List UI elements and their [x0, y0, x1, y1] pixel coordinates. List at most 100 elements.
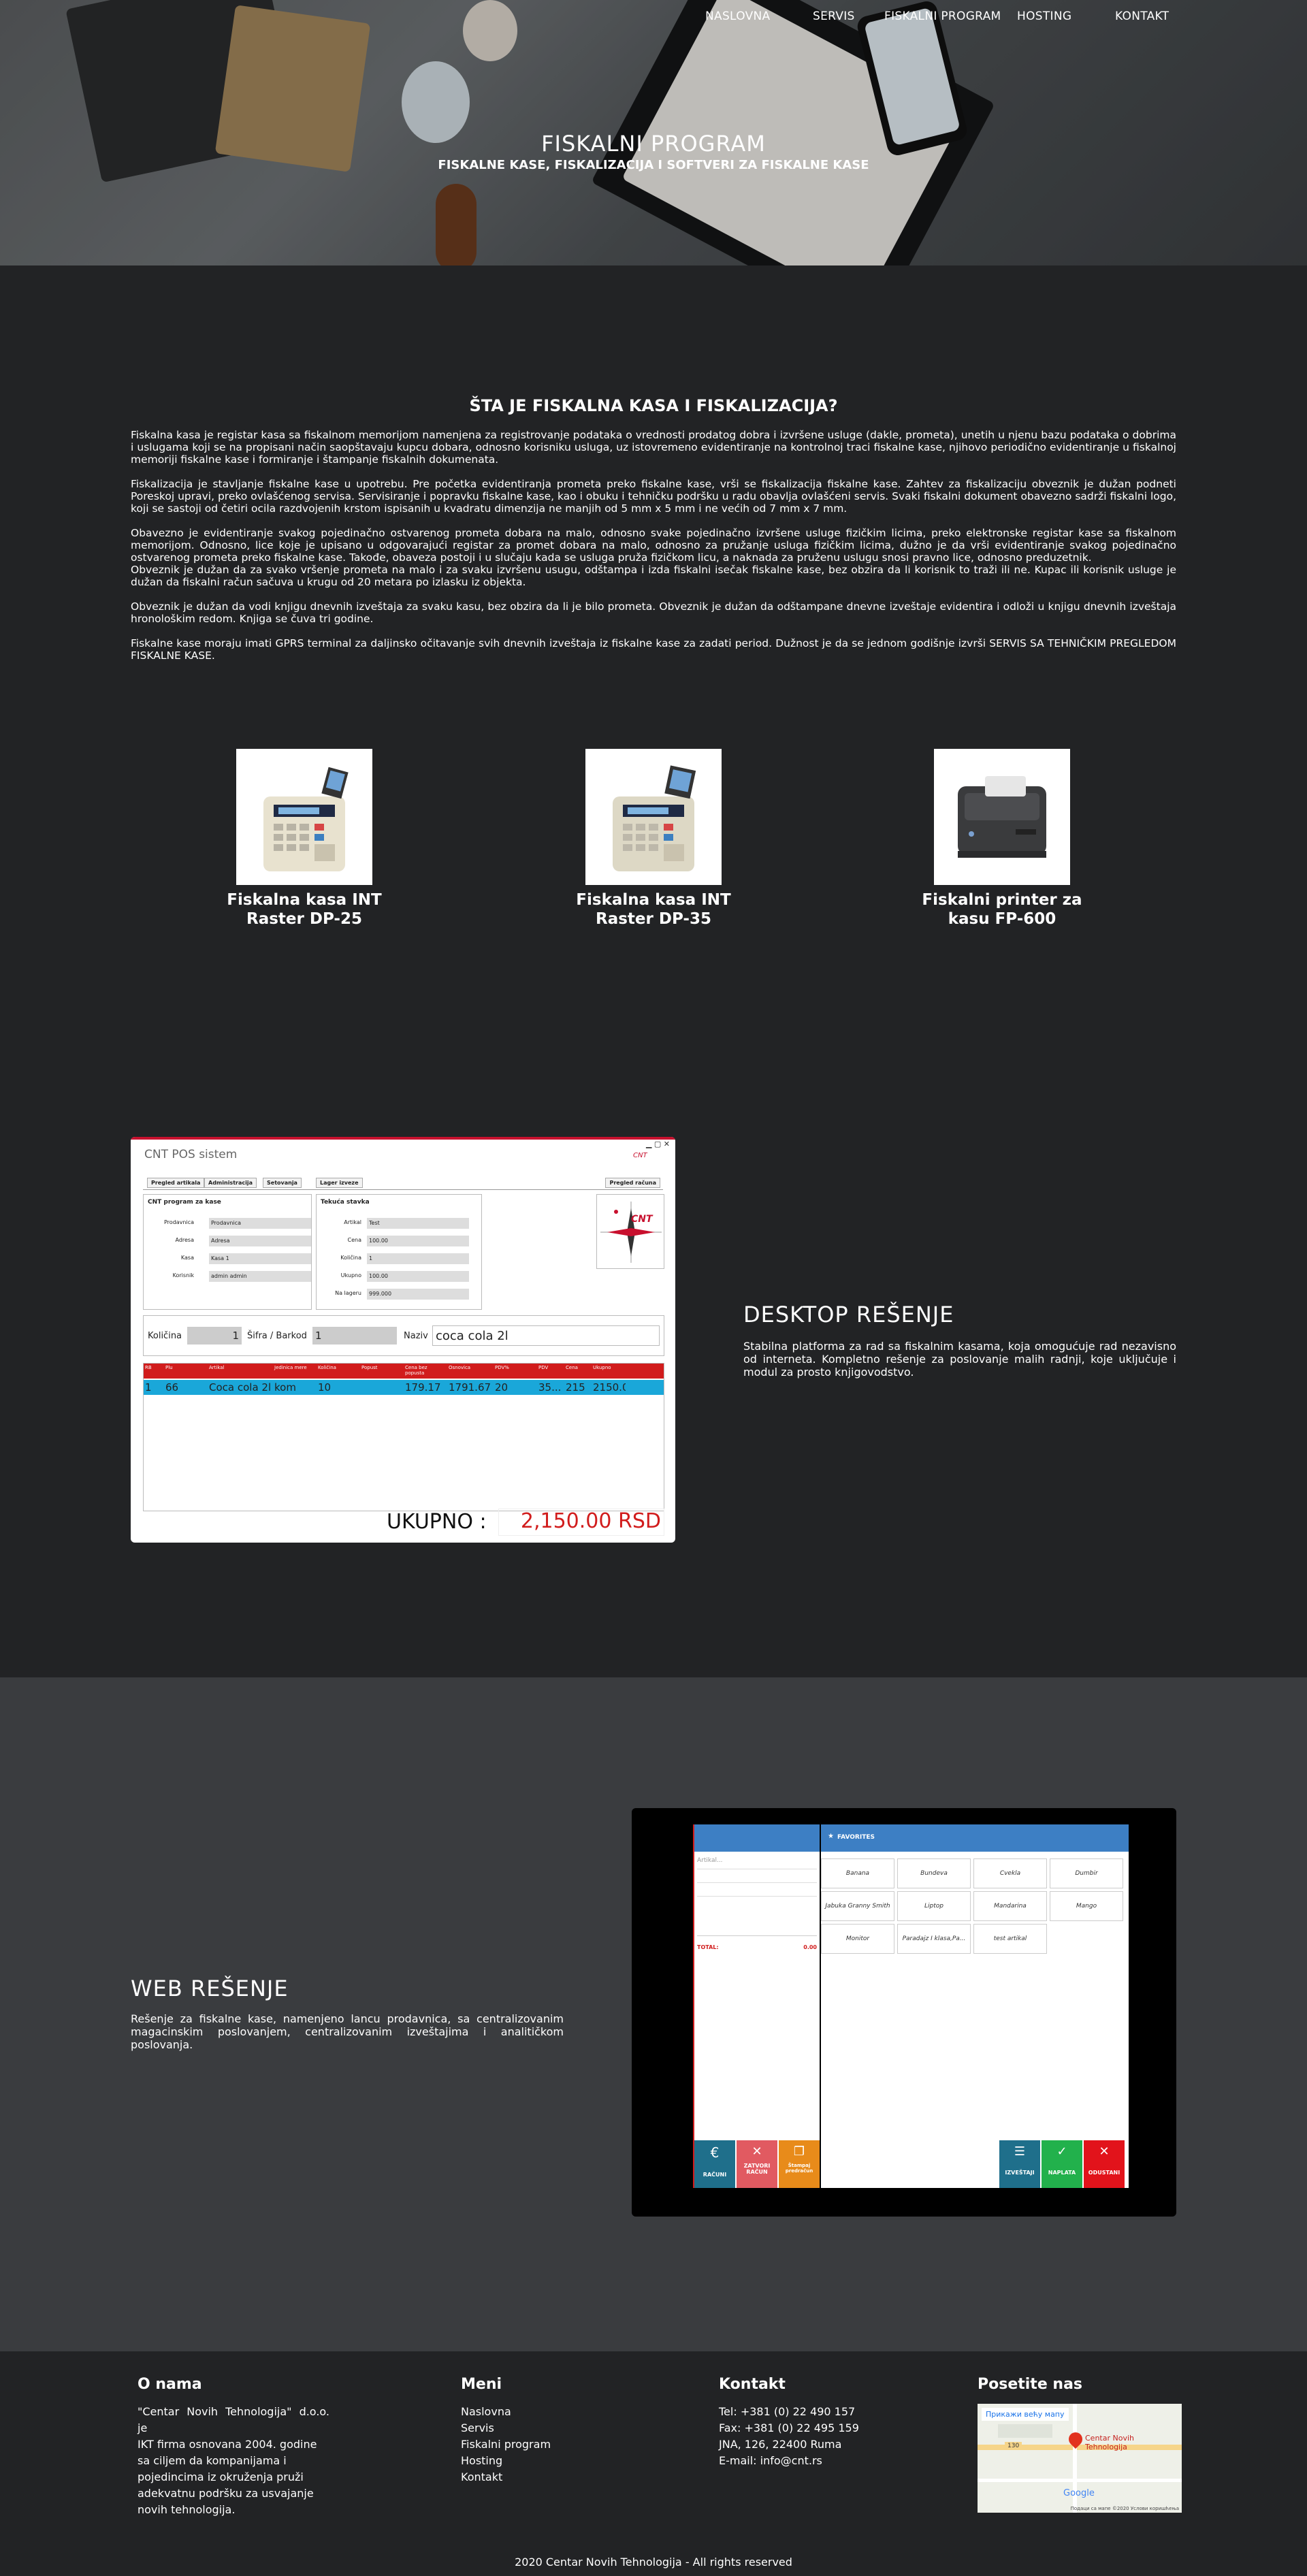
tablet-button-predracun[interactable]: ❐ Štampaj predračun	[779, 2140, 820, 2188]
tablet-button-naplata[interactable]: ✓ NAPLATA	[1042, 2140, 1082, 2188]
star-icon: ★	[828, 1833, 834, 1840]
product-name[interactable]: Fiskalna kasa INT Raster DP-25	[202, 890, 406, 929]
web-pos-screenshot: Artikal... 1.000 0.00 Artikal Kol Cena U…	[632, 1808, 1176, 2217]
product-grid-item[interactable]: Mandarina	[973, 1891, 1047, 1921]
footer-menu-link[interactable]: Naslovna	[461, 2404, 638, 2420]
field-label: Adresa	[175, 1237, 194, 1243]
hero-subtitle: FISKALNE KASE, FISKALIZACIJA I SOFTVERI …	[438, 158, 869, 172]
table-column-header: Količina	[318, 1365, 336, 1370]
product-grid-item[interactable]: Jabuka Granny Smith	[821, 1891, 894, 1921]
table-cell: 179.17	[405, 1381, 441, 1394]
footer-about-line: novih tehnologija.	[138, 2503, 236, 2516]
cnt-logo-text: CNT	[631, 1214, 653, 1225]
pos-tab[interactable]: Pregled računa	[605, 1178, 660, 1188]
table-column-header: Popust	[361, 1365, 378, 1370]
pos-tab[interactable]: Pregled artikala	[147, 1178, 205, 1188]
nav-item-servis[interactable]: SERVIS	[813, 10, 855, 23]
field-value[interactable]: 100.00	[367, 1271, 469, 1282]
map-embed[interactable]: Прикажи већу мапу 130 Centar Novih Tehno…	[978, 2404, 1182, 2513]
pos-tab[interactable]: Setovanja	[263, 1178, 302, 1188]
product-grid-item[interactable]: Banana	[821, 1858, 894, 1888]
name-input[interactable]: coca cola 2l	[432, 1325, 660, 1346]
tablet-favorites-bar: ★ FAVORITES	[821, 1824, 1129, 1852]
fiscal-printer-icon[interactable]	[934, 749, 1070, 885]
nav-item-fiskalni-program[interactable]: FISKALNI PROGRAM	[884, 10, 1001, 23]
field-value[interactable]: Adresa	[209, 1236, 311, 1246]
field-label: Prodavnica	[164, 1219, 194, 1225]
pos-tab[interactable]: Administracija	[204, 1178, 257, 1188]
button-label: Štampaj predračun	[785, 2163, 813, 2174]
tablet-search-input[interactable]: Artikal...	[697, 1857, 817, 1869]
footer-menu-link[interactable]: Kontakt	[461, 2469, 638, 2485]
product-grid-item[interactable]: test artikal	[973, 1924, 1047, 1954]
table-cell: Coca cola 2l	[209, 1381, 272, 1394]
tablet-button-zatvori[interactable]: ✕ ZATVORI RAČUN	[737, 2140, 777, 2188]
table-column-header: Ukupno	[593, 1365, 611, 1370]
pos-window-title: CNT POS sistem	[144, 1148, 238, 1161]
check-icon: ✓	[1056, 2144, 1067, 2159]
field-value[interactable]: Prodavnica	[209, 1218, 311, 1229]
footer-contact-list: Tel: +381 (0) 22 490 157 Fax: +381 (0) 22…	[719, 2404, 923, 2469]
close-icon: ✕	[1099, 2144, 1110, 2159]
product-grid-item[interactable]: Paradajz I klasa,Pa...	[897, 1924, 971, 1954]
about-title: ŠTA JE FISKALNA KASA I FISKALIZACIJA?	[469, 396, 838, 415]
footer-about-title: O nama	[138, 2376, 202, 2393]
table-column-header: PDV%	[495, 1365, 509, 1370]
nav-item-naslovna[interactable]: NASLOVNA	[705, 10, 770, 23]
tablet-qty-value[interactable]: 1.000	[697, 1872, 817, 1883]
tablet-button-izvestaji[interactable]: ☰ IZVEŠTAJI	[999, 2140, 1040, 2188]
product-grid-item[interactable]: Monitor	[821, 1924, 894, 1954]
button-label: RAČUNI	[703, 2172, 727, 2178]
map-larger-link[interactable]: Прикажи већу мапу	[982, 2408, 1069, 2421]
footer-menu: Meni Naslovna Servis Fiskalni program Hosti…	[461, 2376, 638, 2485]
product-name[interactable]: Fiskalni printer za kasu FP-600	[900, 890, 1104, 929]
quantity-input[interactable]: 1	[187, 1327, 242, 1345]
about-paragraph: Fiskalne kase moraju imati GPRS terminal…	[131, 637, 1176, 662]
product-card[interactable]: Fiskalna kasa INT Raster DP-35	[551, 749, 756, 929]
tablet-price-value[interactable]: 0.00	[697, 1886, 817, 1897]
name-label: Naziv	[404, 1331, 428, 1341]
field-value[interactable]: admin admin	[209, 1271, 311, 1282]
nav-item-kontakt[interactable]: KONTAKT	[1115, 10, 1169, 23]
footer-menu-link[interactable]: Fiskalni program	[461, 2436, 638, 2453]
field-value[interactable]: 100.00	[367, 1236, 469, 1246]
tablet-total-label: TOTAL:	[697, 1944, 719, 1950]
footer-menu-title: Meni	[461, 2376, 502, 2393]
barcode-input[interactable]: 1	[312, 1327, 397, 1345]
cash-register-icon[interactable]	[585, 749, 722, 885]
tablet-button-racuni[interactable]: € RAČUNI	[694, 2140, 735, 2188]
cash-register-icon[interactable]	[236, 749, 372, 885]
map-place-label: Centar Novih Tehnologija	[1085, 2434, 1134, 2451]
about-paragraph: Fiskalna kasa je registar kasa sa fiskal…	[131, 429, 1176, 466]
google-logo: Google	[1063, 2488, 1095, 2498]
field-value[interactable]: 999.000	[367, 1289, 469, 1300]
pos-tab[interactable]: Lager izveze	[316, 1178, 363, 1188]
store-info-panel: CNT program za kase Prodavnica Prodavnic…	[143, 1194, 312, 1310]
product-grid-item[interactable]: Bundeva	[897, 1858, 971, 1888]
current-item-panel: Tekuća stavka Artikal Test Cena 100.00 K…	[316, 1194, 482, 1310]
table-column-header: PDV	[538, 1365, 549, 1370]
close-icon: ✕	[752, 2144, 762, 2159]
field-value[interactable]: Test	[367, 1218, 469, 1229]
list-header: Kol	[772, 1928, 778, 1933]
table-column-header: Jedinica mere	[274, 1365, 307, 1370]
footer-contact-line: E-mail: info@cnt.rs	[719, 2454, 822, 2467]
product-grid-item[interactable]: Cvekla	[973, 1858, 1047, 1888]
product-card[interactable]: Fiskalni printer za kasu FP-600	[900, 749, 1104, 929]
table-cell: 215	[566, 1381, 585, 1394]
footer-menu-link[interactable]: Hosting	[461, 2453, 638, 2469]
table-row[interactable]: 1 66 Coca cola 2l kom 10 179.17 1791.67 20 35...…	[144, 1380, 664, 1395]
list-header: Artikal	[697, 1928, 711, 1933]
nav-item-hosting[interactable]: HOSTING	[1017, 10, 1071, 23]
table-cell: kom	[274, 1381, 296, 1394]
product-card[interactable]: Fiskalna kasa INT Raster DP-25	[202, 749, 406, 929]
product-grid-item[interactable]: Mango	[1050, 1891, 1123, 1921]
tablet-button-odustani[interactable]: ✕ ODUSTANI	[1084, 2140, 1125, 2188]
product-name[interactable]: Fiskalna kasa INT Raster DP-35	[551, 890, 756, 929]
footer-about-line: "Centar Novih Tehnologija" d.o.o. je	[138, 2405, 329, 2434]
field-value[interactable]: 1	[367, 1253, 469, 1264]
field-value[interactable]: Kasa 1	[209, 1253, 311, 1264]
product-grid-item[interactable]: Dumbir	[1050, 1858, 1123, 1888]
footer-menu-link[interactable]: Servis	[461, 2420, 638, 2436]
product-grid-item[interactable]: Liptop	[897, 1891, 971, 1921]
